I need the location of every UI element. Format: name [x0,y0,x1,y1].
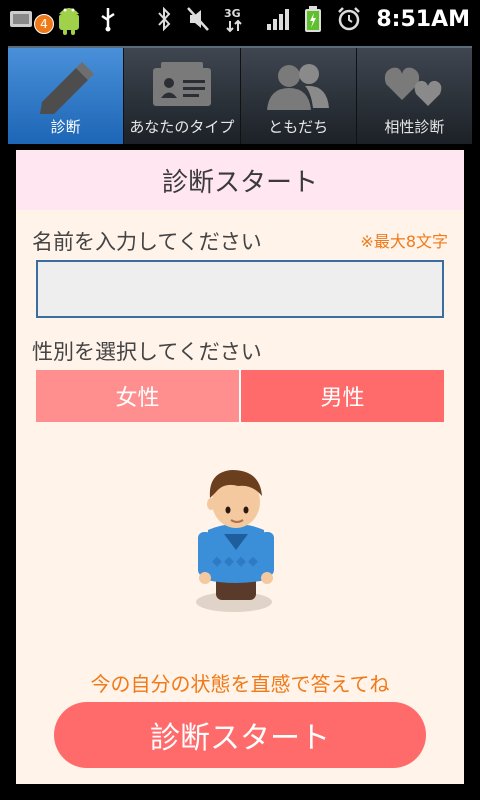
tab-friends[interactable]: ともだち [241,48,357,144]
pencil-icon [39,62,94,114]
male-avatar [196,470,274,612]
tab-compatibility[interactable]: 相性診断 [357,48,472,144]
signal-strength-icon [267,9,290,30]
gender-selector: 女性 男性 [36,370,444,422]
tab-diagnosis[interactable]: 診断 [8,48,125,144]
people-icon [267,64,330,110]
notification-badge: 4 [34,14,54,34]
gender-label: 性別を選択してください [32,340,262,364]
tab-label: ともだち [268,118,329,136]
android-icon [59,8,79,35]
3g-signal-icon: 3G [224,7,243,33]
name-label: 名前を入力してください [32,230,262,254]
tab-bar: 診断 あなたのタイプ ともだち 相性診断 [8,46,472,144]
usb-icon [101,8,115,32]
clock: 8:51AM [376,6,470,32]
gallery-icon [10,11,32,27]
hint-text: 今の自分の状態を直感で答えてね [90,672,390,696]
gender-female-button[interactable]: 女性 [36,370,239,422]
svg-text:3G: 3G [224,7,241,20]
battery-charging-icon [305,6,322,32]
start-diagnosis-button[interactable]: 診断スタート [54,702,426,768]
gender-male-button[interactable]: 男性 [239,370,444,422]
max-length-note: ※最大8文字 [360,232,448,251]
tab-label: 診断 [50,118,81,136]
tab-your-type[interactable]: あなたのタイプ [124,48,241,144]
status-bar: 4 3G 8:51AM [0,0,480,38]
hearts-icon [385,67,442,106]
id-card-icon [152,62,211,106]
mute-icon [187,7,210,31]
tab-label: あなたのタイプ [129,118,235,136]
name-input[interactable] [36,260,444,318]
tab-label: 相性診断 [384,118,445,136]
panel-title: 診断スタート [16,150,464,210]
diagnosis-panel: 診断スタート 名前を入力してください ※最大8文字 性別を選択してください 女性… [16,150,464,784]
bluetooth-icon [158,6,171,32]
alarm-icon [338,7,361,31]
